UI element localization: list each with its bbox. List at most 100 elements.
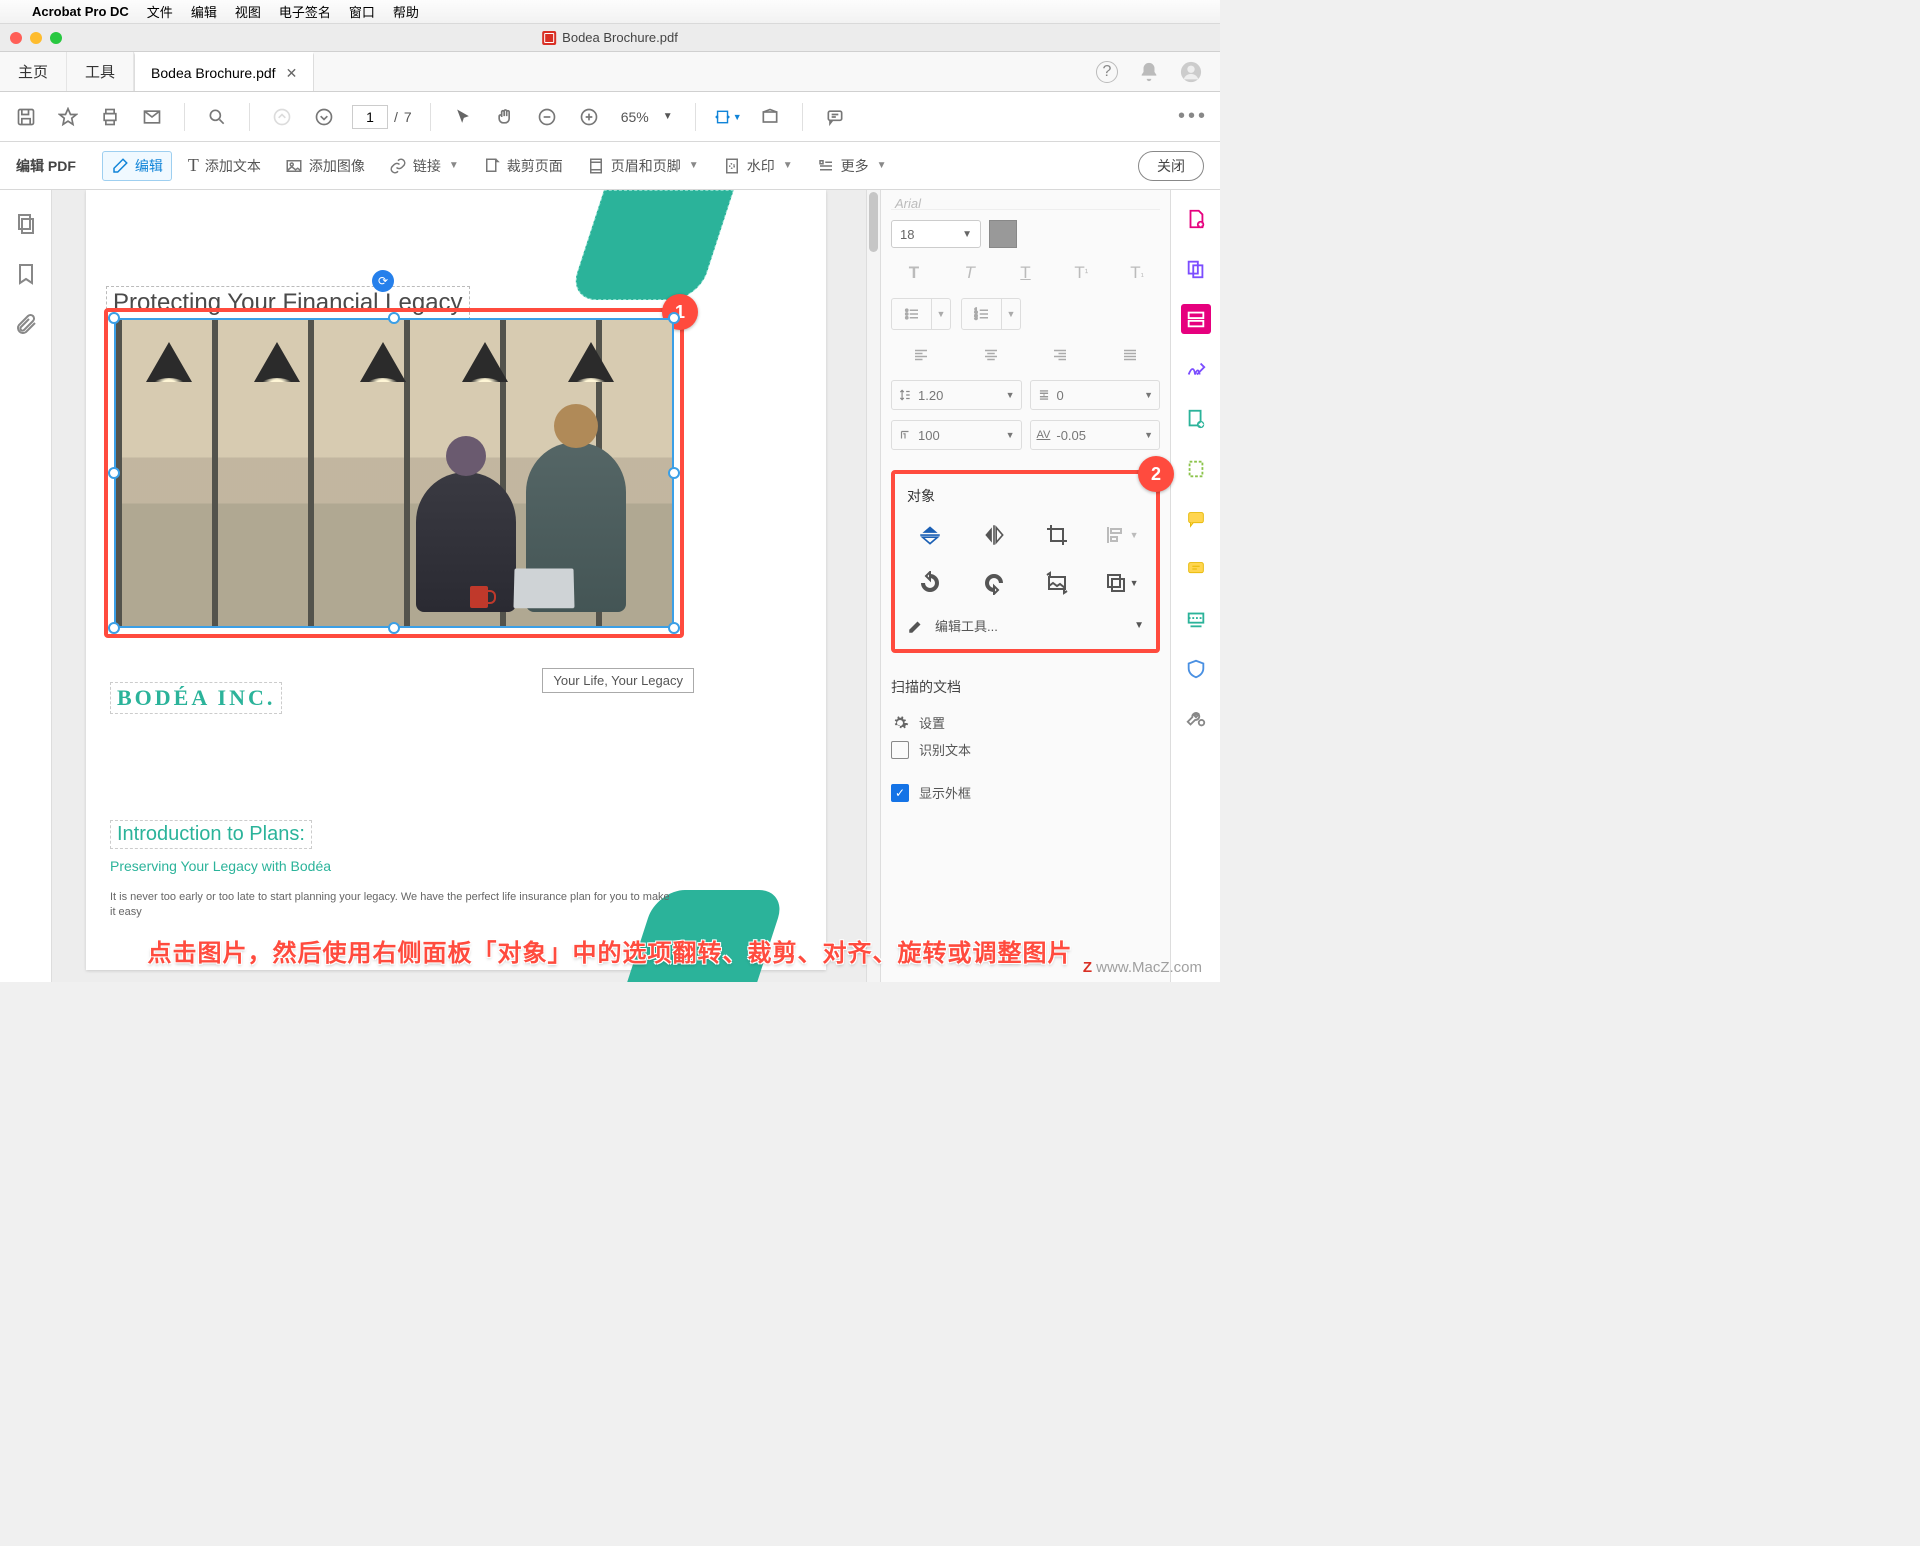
menu-window[interactable]: 窗口 — [349, 2, 375, 21]
arrange-icon[interactable]: ▼ — [1098, 566, 1144, 600]
header-footer-button[interactable]: 页眉和页脚▼ — [579, 152, 707, 180]
align-objects-icon[interactable]: ▼ — [1098, 518, 1144, 552]
brochure-photo[interactable] — [116, 320, 672, 626]
protect-icon[interactable] — [1181, 654, 1211, 684]
resize-handle[interactable] — [668, 467, 680, 479]
intro-heading[interactable]: Introduction to Plans: — [110, 820, 312, 849]
rotate-cw-icon[interactable] — [971, 566, 1017, 600]
ocr-checkbox-row[interactable]: 识别文本 — [891, 736, 1160, 763]
select-tool-icon[interactable] — [449, 103, 477, 131]
export-pdf-icon[interactable] — [1181, 404, 1211, 434]
align-center-icon[interactable] — [961, 340, 1021, 370]
subscript-icon[interactable]: T₁ — [1114, 258, 1160, 288]
crop-icon[interactable] — [1035, 518, 1081, 552]
ocr-checkbox[interactable] — [891, 741, 909, 759]
underline-icon[interactable]: T — [1003, 258, 1049, 288]
maximize-window-button[interactable] — [50, 32, 62, 44]
intro-subheading[interactable]: Preserving Your Legacy with Bodéa — [110, 858, 331, 874]
search-icon[interactable] — [203, 103, 231, 131]
company-logo-text[interactable]: BODÉA INC. — [110, 682, 282, 714]
font-size-select[interactable]: 18▼ — [891, 220, 981, 248]
account-icon[interactable] — [1180, 61, 1202, 83]
replace-image-icon[interactable] — [1035, 566, 1081, 600]
document-canvas[interactable]: Protecting Your Financial Legacy ⟳ 1 — [52, 190, 880, 982]
flip-vertical-icon[interactable] — [907, 518, 953, 552]
pages-panel-icon[interactable] — [14, 212, 38, 236]
bell-icon[interactable] — [1138, 61, 1160, 83]
edit-pdf-tool-icon[interactable] — [1181, 304, 1211, 334]
close-edit-button[interactable]: 关闭 — [1138, 151, 1204, 181]
show-outline-checkbox-row[interactable]: ✓ 显示外框 — [891, 779, 1160, 806]
para-spacing-select[interactable]: 0▼ — [1030, 380, 1161, 410]
scan-ocr-icon[interactable] — [1181, 604, 1211, 634]
resize-handle[interactable] — [668, 622, 680, 634]
bullet-list-button[interactable]: ▼ — [891, 298, 951, 330]
flip-horizontal-icon[interactable] — [971, 518, 1017, 552]
scrollbar-thumb[interactable] — [869, 192, 878, 252]
menu-help[interactable]: 帮助 — [393, 2, 419, 21]
page-current-input[interactable] — [352, 105, 388, 129]
hand-tool-icon[interactable] — [491, 103, 519, 131]
print-icon[interactable] — [96, 103, 124, 131]
menu-edit[interactable]: 编辑 — [191, 2, 217, 21]
resize-handle[interactable] — [388, 622, 400, 634]
comment-icon[interactable] — [821, 103, 849, 131]
document-tab[interactable]: Bodea Brochure.pdf ✕ — [134, 52, 314, 91]
resize-handle[interactable] — [108, 312, 120, 324]
organize-pages-icon[interactable] — [1181, 454, 1211, 484]
zoom-out-icon[interactable] — [533, 103, 561, 131]
star-icon[interactable] — [54, 103, 82, 131]
close-tab-icon[interactable]: ✕ — [286, 65, 298, 82]
vertical-scrollbar[interactable] — [866, 190, 880, 982]
page-down-icon[interactable] — [310, 103, 338, 131]
italic-icon[interactable]: T — [947, 258, 993, 288]
superscript-icon[interactable]: T¹ — [1058, 258, 1104, 288]
attachment-panel-icon[interactable] — [14, 312, 38, 336]
add-image-button[interactable]: 添加图像 — [277, 152, 373, 180]
zoom-select[interactable]: 65%▼ — [617, 107, 677, 127]
menu-esign[interactable]: 电子签名 — [279, 2, 331, 21]
align-right-icon[interactable] — [1031, 340, 1091, 370]
resize-handle[interactable] — [108, 467, 120, 479]
fit-width-icon[interactable]: ▼ — [714, 103, 742, 131]
resize-handle[interactable] — [108, 622, 120, 634]
edit-tools-dropdown[interactable]: 编辑工具... ▼ — [907, 610, 1144, 641]
crop-pages-button[interactable]: 裁剪页面 — [475, 152, 571, 180]
nav-home[interactable]: 主页 — [0, 52, 67, 91]
nav-tools[interactable]: 工具 — [67, 52, 134, 91]
read-mode-icon[interactable] — [756, 103, 784, 131]
resize-handle[interactable] — [388, 312, 400, 324]
image-selection-frame[interactable] — [114, 318, 674, 628]
menu-file[interactable]: 文件 — [147, 2, 173, 21]
overflow-icon[interactable]: ••• — [1178, 105, 1208, 128]
comment-tool-icon[interactable] — [1181, 504, 1211, 534]
mail-icon[interactable] — [138, 103, 166, 131]
color-swatch[interactable] — [989, 220, 1017, 248]
line-height-select[interactable]: 1.20▼ — [891, 380, 1022, 410]
page-up-icon[interactable] — [268, 103, 296, 131]
show-outline-checkbox[interactable]: ✓ — [891, 784, 909, 802]
zoom-in-icon[interactable] — [575, 103, 603, 131]
font-name-field[interactable]: Arial — [891, 196, 1160, 210]
resize-handle[interactable] — [668, 312, 680, 324]
rotate-handle-icon[interactable]: ⟳ — [372, 270, 394, 292]
app-name[interactable]: Acrobat Pro DC — [32, 4, 129, 19]
more-button[interactable]: 更多▼ — [809, 152, 895, 180]
rotate-ccw-icon[interactable] — [907, 566, 953, 600]
align-justify-icon[interactable] — [1100, 340, 1160, 370]
intro-body-text[interactable]: It is never too early or too late to sta… — [110, 890, 670, 921]
save-icon[interactable] — [12, 103, 40, 131]
minimize-window-button[interactable] — [30, 32, 42, 44]
link-button[interactable]: 链接▼ — [381, 152, 467, 180]
help-icon[interactable]: ? — [1096, 61, 1118, 83]
close-window-button[interactable] — [10, 32, 22, 44]
sign-icon[interactable] — [1181, 354, 1211, 384]
tracking-select[interactable]: AV-0.05▼ — [1030, 420, 1161, 450]
sticky-note-icon[interactable] — [1181, 554, 1211, 584]
align-left-icon[interactable] — [891, 340, 951, 370]
create-pdf-icon[interactable] — [1181, 204, 1211, 234]
settings-button[interactable]: 设置 — [891, 709, 1160, 736]
add-text-button[interactable]: T 添加文本 — [180, 151, 269, 180]
menu-view[interactable]: 视图 — [235, 2, 261, 21]
combine-files-icon[interactable] — [1181, 254, 1211, 284]
